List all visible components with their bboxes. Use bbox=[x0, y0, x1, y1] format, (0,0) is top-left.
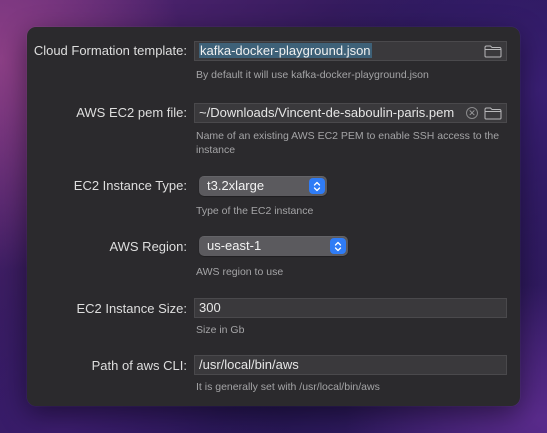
instance-size-help: Size in Gb bbox=[196, 324, 245, 336]
aws-cli-help: It is generally set with /usr/local/bin/… bbox=[196, 381, 380, 393]
region-label: AWS Region: bbox=[109, 239, 187, 254]
cloud-formation-field[interactable]: kafka-docker-playground.json bbox=[194, 41, 507, 61]
cloud-formation-label: Cloud Formation template: bbox=[33, 43, 187, 58]
pem-file-field[interactable]: ~/Downloads/Vincent-de-saboulin-paris.pe… bbox=[194, 103, 507, 123]
pem-file-help: Name of an existing AWS EC2 PEM to enabl… bbox=[196, 130, 500, 156]
pem-file-label: AWS EC2 pem file: bbox=[76, 105, 187, 120]
aws-cli-value: /usr/local/bin/aws bbox=[199, 357, 299, 372]
pem-file-value: ~/Downloads/Vincent-de-saboulin-paris.pe… bbox=[199, 105, 455, 120]
aws-cli-field[interactable]: /usr/local/bin/aws bbox=[194, 355, 507, 375]
instance-type-help: Type of the EC2 instance bbox=[196, 205, 314, 217]
chevron-updown-icon bbox=[330, 238, 346, 254]
instance-size-value: 300 bbox=[199, 300, 221, 315]
instance-type-value: t3.2xlarge bbox=[207, 178, 265, 193]
region-help: AWS region to use bbox=[196, 266, 284, 278]
cloud-formation-help: By default it will use kafka-docker-play… bbox=[196, 69, 429, 81]
instance-type-select[interactable]: t3.2xlarge bbox=[199, 176, 327, 196]
cloud-formation-value: kafka-docker-playground.json bbox=[199, 43, 372, 58]
folder-icon[interactable] bbox=[483, 105, 503, 121]
instance-size-label: EC2 Instance Size: bbox=[76, 301, 187, 316]
settings-panel: Cloud Formation template: kafka-docker-p… bbox=[27, 27, 520, 406]
chevron-updown-icon bbox=[309, 178, 325, 194]
folder-icon[interactable] bbox=[483, 43, 503, 59]
clear-icon[interactable]: ✕ bbox=[466, 107, 478, 119]
region-value: us-east-1 bbox=[207, 238, 262, 253]
instance-type-label: EC2 Instance Type: bbox=[73, 178, 187, 193]
instance-size-field[interactable]: 300 bbox=[194, 298, 507, 318]
aws-cli-label: Path of aws CLI: bbox=[91, 358, 187, 373]
region-select[interactable]: us-east-1 bbox=[199, 236, 348, 256]
